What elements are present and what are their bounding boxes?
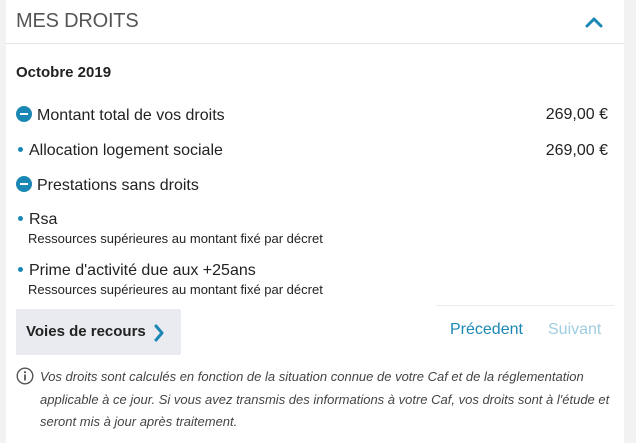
list-item: Prime d'activité due aux +25ans	[16, 262, 608, 280]
divider	[436, 305, 614, 306]
total-rights-row: Montant total de vos droits 269,00 €	[16, 106, 608, 125]
bullet-icon	[18, 267, 23, 272]
benefit-label: Prime d'activité due aux +25ans	[29, 262, 256, 279]
info-icon	[16, 367, 34, 385]
rights-panel: MES DROITS Octobre 2019 Montant total de…	[6, 0, 624, 443]
no-rights-row: Prestations sans droits	[16, 176, 608, 195]
appeal-button[interactable]: Voies de recours	[16, 309, 181, 355]
bullet-icon	[18, 216, 23, 221]
benefit-label: Allocation logement sociale	[29, 142, 223, 159]
total-rights-amount: 269,00 €	[545, 106, 608, 123]
next-link[interactable]: Suivant	[548, 321, 601, 339]
period-label: Octobre 2019	[16, 64, 112, 81]
chevron-up-icon[interactable]	[584, 12, 604, 32]
benefit-reason: Ressources supérieures au montant fixé p…	[28, 282, 323, 297]
benefit-label: Rsa	[29, 211, 58, 228]
info-text: Vos droits sont calculés en fonction de …	[40, 369, 610, 429]
benefit-reason: Ressources supérieures au montant fixé p…	[28, 231, 323, 246]
appeal-button-label: Voies de recours	[26, 323, 146, 340]
panel-header[interactable]: MES DROITS	[6, 0, 624, 44]
list-item: Allocation logement sociale 269,00 €	[16, 142, 608, 160]
benefit-amount: 269,00 €	[545, 142, 608, 159]
no-rights-label: Prestations sans droits	[37, 177, 199, 194]
list-item: Rsa	[16, 211, 608, 229]
panel-title: MES DROITS	[16, 10, 139, 32]
minus-circle-icon[interactable]	[16, 106, 32, 122]
bullet-icon	[18, 147, 23, 152]
total-rights-label: Montant total de vos droits	[37, 107, 225, 124]
chevron-right-icon	[154, 324, 164, 342]
minus-circle-icon[interactable]	[16, 176, 32, 192]
previous-link[interactable]: Précedent	[450, 321, 523, 339]
